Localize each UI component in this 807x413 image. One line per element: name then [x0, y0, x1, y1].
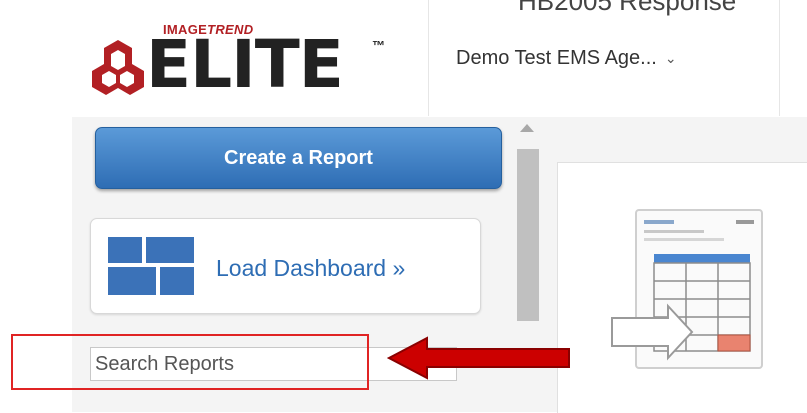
logo-tm: ™	[372, 38, 385, 53]
top-header: HB2005 Response IMAGETREND ELITE ™ Demo …	[0, 0, 807, 117]
load-dashboard-tile[interactable]: Load Dashboard »	[90, 218, 481, 314]
imagetrend-elite-logo[interactable]: IMAGETREND ELITE ™	[88, 22, 418, 103]
dashboard-grid-icon	[108, 237, 194, 295]
chevron-down-icon: ⌄	[664, 49, 677, 66]
star-of-life-logo-icon	[92, 40, 144, 95]
agency-selector[interactable]: Demo Test EMS Age... ⌄	[428, 0, 780, 116]
search-highlight-annotation	[11, 334, 369, 390]
load-dashboard-label: Load Dashboard »	[216, 255, 406, 281]
logo-word: ELITE	[146, 26, 344, 103]
sidebar-scrollbar[interactable]	[510, 121, 544, 321]
create-report-button[interactable]: Create a Report	[95, 127, 502, 189]
agency-selector-label: Demo Test EMS Age...	[456, 46, 657, 69]
scrollbar-thumb[interactable]	[517, 149, 539, 321]
red-arrow-annotation-icon	[387, 336, 570, 380]
scroll-up-arrow-icon[interactable]	[520, 124, 534, 132]
report-document-icon	[611, 209, 763, 369]
